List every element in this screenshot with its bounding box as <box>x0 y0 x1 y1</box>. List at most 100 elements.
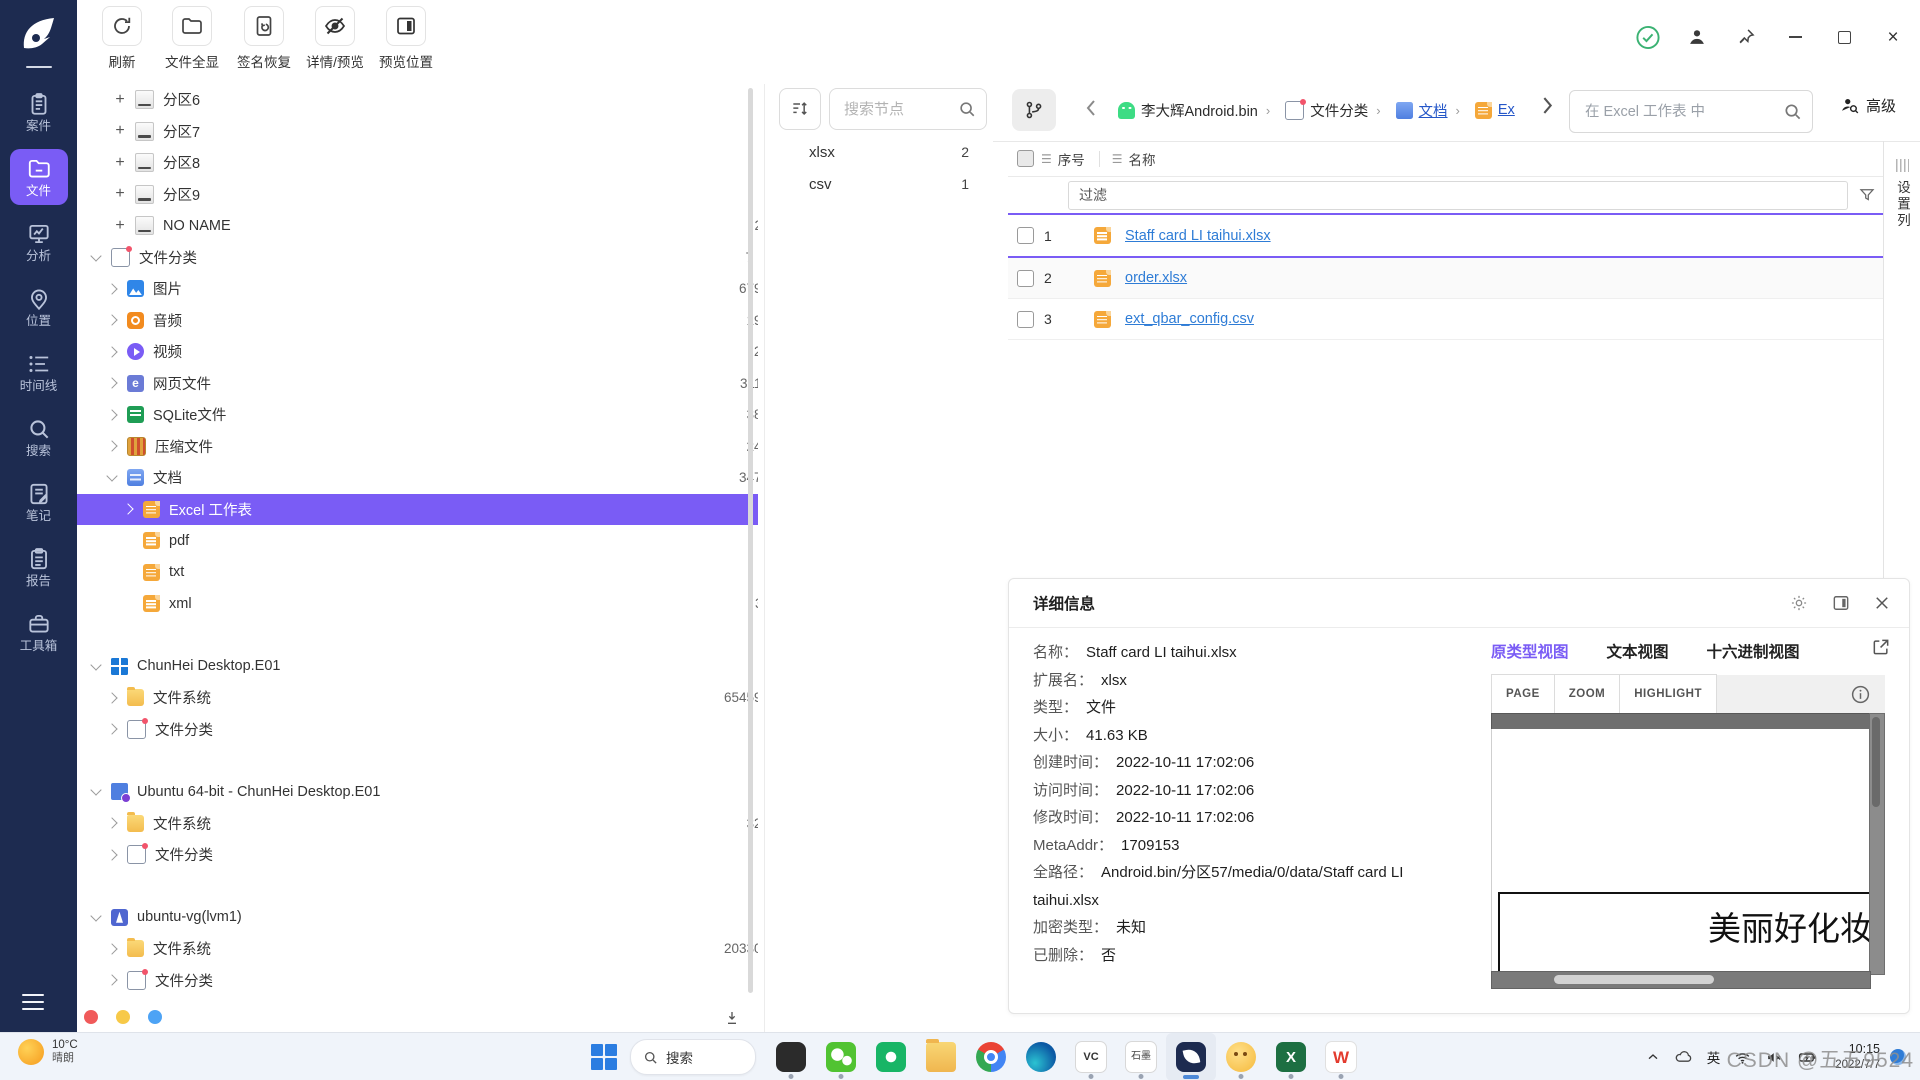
search-icon[interactable] <box>1783 102 1802 121</box>
viewer-vertical-scrollbar[interactable] <box>1869 713 1885 975</box>
scope-search-input[interactable] <box>1583 103 1783 121</box>
expander-icon[interactable] <box>120 505 136 513</box>
tree-item[interactable]: txt 406 <box>77 557 758 589</box>
expander-icon[interactable] <box>112 155 128 171</box>
expander-icon[interactable] <box>104 851 120 859</box>
column-header-num[interactable]: 序号 <box>1058 149 1085 169</box>
expander-icon[interactable] <box>104 945 120 953</box>
signature-recovery-button[interactable]: 签名恢复 <box>226 6 302 71</box>
column-header-name[interactable]: 名称 <box>1129 149 1156 169</box>
column-settings-strip[interactable]: 设置列 <box>1883 141 1920 646</box>
sidebar-item-toolbox[interactable]: 工具箱 <box>10 604 68 660</box>
breadcrumb-item-classify[interactable]: 文件分类 <box>1278 100 1368 121</box>
breadcrumb-item-documents[interactable]: 文档 <box>1389 100 1448 121</box>
tree-item[interactable]: 分区6 1 <box>77 84 758 116</box>
tree-item[interactable]: SQLite文件 381 <box>77 399 758 431</box>
scroll-to-bottom-icon[interactable] <box>724 1010 740 1026</box>
table-row[interactable]: 1 Staff card LI taihui.xlsx <box>1008 213 1884 258</box>
refresh-button[interactable]: 刷新 <box>84 6 160 71</box>
layout-panel-icon[interactable] <box>1831 593 1851 613</box>
expander-icon[interactable] <box>104 819 120 827</box>
tree-item[interactable]: 分区7 1 <box>77 116 758 148</box>
filter-input[interactable] <box>1077 186 1847 204</box>
expander-icon[interactable] <box>104 976 120 984</box>
gear-icon[interactable] <box>1789 593 1809 613</box>
account-icon[interactable] <box>1684 24 1710 50</box>
sidebar-item-analysis[interactable]: 分析 <box>10 214 68 270</box>
taskbar-app-icon[interactable] <box>766 1033 816 1080</box>
minimize-button[interactable] <box>1782 24 1808 50</box>
tree-item[interactable]: 文件系统 320 <box>77 808 758 840</box>
node-list-item[interactable]: csv 1 <box>765 168 993 200</box>
node-search-input[interactable] <box>842 100 958 119</box>
advanced-search-button[interactable]: 高级 <box>1839 95 1896 116</box>
expander-icon[interactable] <box>104 725 120 733</box>
expander-icon[interactable] <box>104 348 120 356</box>
open-external-icon[interactable] <box>1871 637 1891 657</box>
taskbar-app-icon[interactable] <box>1016 1033 1066 1080</box>
sidebar-item-files[interactable]: 文件 <box>10 149 68 205</box>
tree-item[interactable]: NO NAME 205 <box>77 210 758 242</box>
row-checkbox[interactable] <box>1017 270 1034 287</box>
taskbar-app-icon[interactable] <box>1216 1033 1266 1080</box>
menu-icon[interactable] <box>22 994 44 1010</box>
tab-native-view[interactable]: 原类型视图 <box>1491 640 1569 662</box>
table-row[interactable]: 3 ext_qbar_config.csv <box>1008 299 1884 340</box>
taskbar-app-icon[interactable] <box>1066 1033 1116 1080</box>
breadcrumb-item-excel[interactable]: Ex <box>1468 102 1515 119</box>
node-list-item[interactable]: xlsx 2 <box>765 136 993 168</box>
taskbar-app-icon[interactable] <box>1166 1033 1216 1080</box>
file-link[interactable]: ext_qbar_config.csv <box>1125 311 1254 327</box>
tree-item[interactable]: 文件分类 7 <box>77 242 758 274</box>
sidebar-item-report[interactable]: 报告 <box>10 539 68 595</box>
tree-item[interactable]: pdf 1 <box>77 525 758 557</box>
tree-item[interactable]: 文件分类 8 <box>77 714 758 746</box>
row-checkbox[interactable] <box>1017 227 1034 244</box>
tab-text-view[interactable]: 文本视图 <box>1607 640 1669 662</box>
expander-icon[interactable] <box>104 379 120 387</box>
sidebar-item-case[interactable]: 案件 <box>10 84 68 140</box>
tree-item[interactable]: 图片 6790 <box>77 273 758 305</box>
maximize-button[interactable] <box>1831 24 1857 50</box>
expander-icon[interactable] <box>112 92 128 108</box>
pin-icon[interactable] <box>1733 24 1759 50</box>
sort-button[interactable] <box>779 88 821 130</box>
expander-icon[interactable] <box>88 255 104 260</box>
tray-chevron-up-icon[interactable] <box>1645 1049 1661 1065</box>
table-row[interactable]: 2 order.xlsx <box>1008 258 1884 299</box>
taskbar-search[interactable]: 搜索 <box>630 1039 756 1075</box>
page-button[interactable]: PAGE <box>1491 674 1555 714</box>
details-preview-toggle-button[interactable]: 详情/预览 <box>297 6 373 71</box>
onedrive-cloud-icon[interactable] <box>1674 1047 1694 1067</box>
tree-item[interactable]: ubuntu-vg(lvm1) <box>77 902 758 934</box>
show-all-files-button[interactable]: 文件全显 <box>154 6 230 71</box>
tree-item[interactable]: 文档 3475 <box>77 462 758 494</box>
start-button[interactable] <box>584 1037 624 1077</box>
tree-view-toggle-button[interactable] <box>1012 89 1056 131</box>
info-icon[interactable] <box>1850 684 1871 705</box>
taskbar-app-icon[interactable] <box>1316 1033 1366 1080</box>
taskbar-app-icon[interactable] <box>1266 1033 1316 1080</box>
expander-icon[interactable] <box>112 186 128 202</box>
tree-scrollbar[interactable] <box>748 88 753 993</box>
tree-item[interactable]: 网页文件 3113 <box>77 368 758 400</box>
column-divider[interactable] <box>1099 151 1100 167</box>
breadcrumb-item-evidence[interactable]: 李大辉Android.bin <box>1111 100 1258 121</box>
zoom-button[interactable]: ZOOM <box>1555 674 1621 714</box>
tree-item[interactable]: 压缩文件 246 <box>77 431 758 463</box>
tree-item[interactable]: 文件系统 654593 <box>77 682 758 714</box>
tree-item[interactable]: Ubuntu 64-bit - ChunHei Desktop.E01 <box>77 776 758 808</box>
expander-icon[interactable] <box>104 694 120 702</box>
expander-icon[interactable] <box>88 915 104 920</box>
expander-icon[interactable] <box>104 316 120 324</box>
taskbar-app-icon[interactable] <box>866 1033 916 1080</box>
tree-item[interactable]: 文件分类 2 <box>77 839 758 871</box>
file-link[interactable]: order.xlsx <box>1125 270 1187 286</box>
close-details-icon[interactable] <box>1873 594 1891 612</box>
sidebar-item-notes[interactable]: 笔记 <box>10 474 68 530</box>
expander-icon[interactable] <box>112 123 128 139</box>
preview-position-button[interactable]: 预览位置 <box>368 6 444 71</box>
taskbar-app-icon[interactable] <box>916 1033 966 1080</box>
tree-item[interactable]: 视频 23 <box>77 336 758 368</box>
file-link[interactable]: Staff card LI taihui.xlsx <box>1125 228 1271 244</box>
